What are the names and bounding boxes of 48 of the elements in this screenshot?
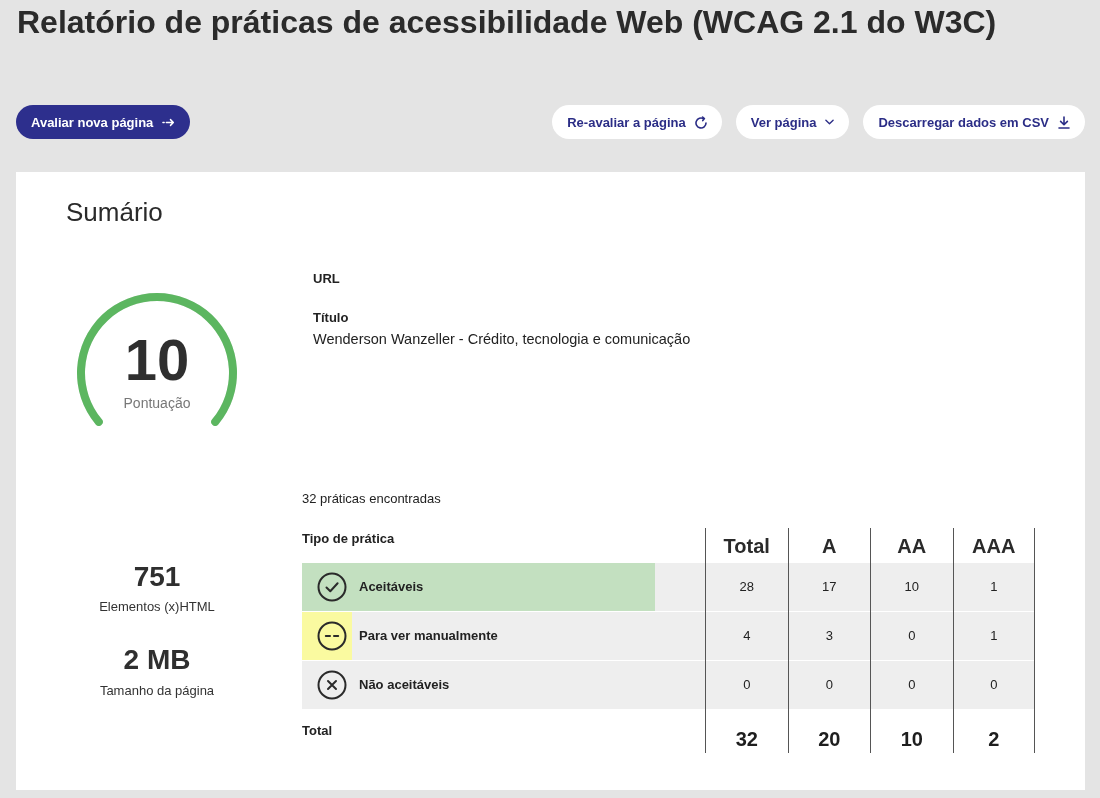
score-label: Pontuação xyxy=(123,394,191,412)
download-csv-button[interactable]: Descarregar dados em CSV xyxy=(863,105,1085,139)
view-page-dropdown[interactable]: Ver página xyxy=(735,105,850,139)
page-title-value: Wenderson Wanzeller - Crédito, tecnologia e comunicação xyxy=(313,330,692,349)
evaluate-new-page-button[interactable]: Avaliar nova página xyxy=(16,105,191,139)
table-cell: 10 xyxy=(870,562,953,612)
x-circle-icon xyxy=(317,669,347,700)
url-label: URL xyxy=(313,271,341,287)
table-cell: 17 xyxy=(787,562,870,612)
table-cell: 1 xyxy=(952,562,1035,612)
table-cell: 0 xyxy=(870,660,953,710)
total-cell: 32 xyxy=(705,709,788,753)
table-cell: 3 xyxy=(787,611,870,661)
column-header: AAA xyxy=(952,527,1035,563)
column-header: Tipo de prática xyxy=(302,530,395,547)
download-icon xyxy=(1058,115,1070,129)
total-label: Total xyxy=(302,722,333,739)
dash-circle-icon xyxy=(317,620,347,651)
table-cell: 0 xyxy=(952,660,1035,710)
row-label: Aceitáveis xyxy=(359,579,424,595)
column-header: Total xyxy=(705,527,788,563)
refresh-icon xyxy=(694,115,707,129)
check-circle-icon xyxy=(317,571,347,602)
stat-value: 2 MB xyxy=(123,643,191,676)
section-heading: Sumário xyxy=(66,196,164,228)
re-evaluate-button[interactable]: Re-avaliar a página xyxy=(552,105,722,139)
arrow-right-icon xyxy=(162,117,176,127)
title-label: Título xyxy=(313,310,350,326)
table-cell: 0 xyxy=(787,660,870,710)
stat-label: Tamanho da página xyxy=(99,682,215,699)
row-label: Para ver manualmente xyxy=(359,628,498,644)
total-cell: 20 xyxy=(787,709,870,753)
table-cell: 1 xyxy=(952,611,1035,661)
total-cell: 10 xyxy=(870,709,953,753)
chevron-down-icon xyxy=(825,119,835,125)
score-value: 10 xyxy=(124,330,190,390)
column-header: AA xyxy=(870,527,953,563)
stat-label: Elementos (x)HTML xyxy=(99,598,215,615)
table-cell: 0 xyxy=(705,660,788,710)
total-cell: 2 xyxy=(952,709,1035,753)
table-cell: 0 xyxy=(870,611,953,661)
page-title: Relatório de práticas de acessibilidade Web (WCAG 2.1 do W3C) xyxy=(16,3,998,42)
row-label: Não aceitáveis xyxy=(359,677,450,693)
table-cell: 4 xyxy=(705,611,788,661)
stat-value: 751 xyxy=(133,560,181,593)
table-cell: 28 xyxy=(705,562,788,612)
column-header: A xyxy=(787,527,870,563)
practices-count: 32 práticas encontradas xyxy=(302,490,442,507)
